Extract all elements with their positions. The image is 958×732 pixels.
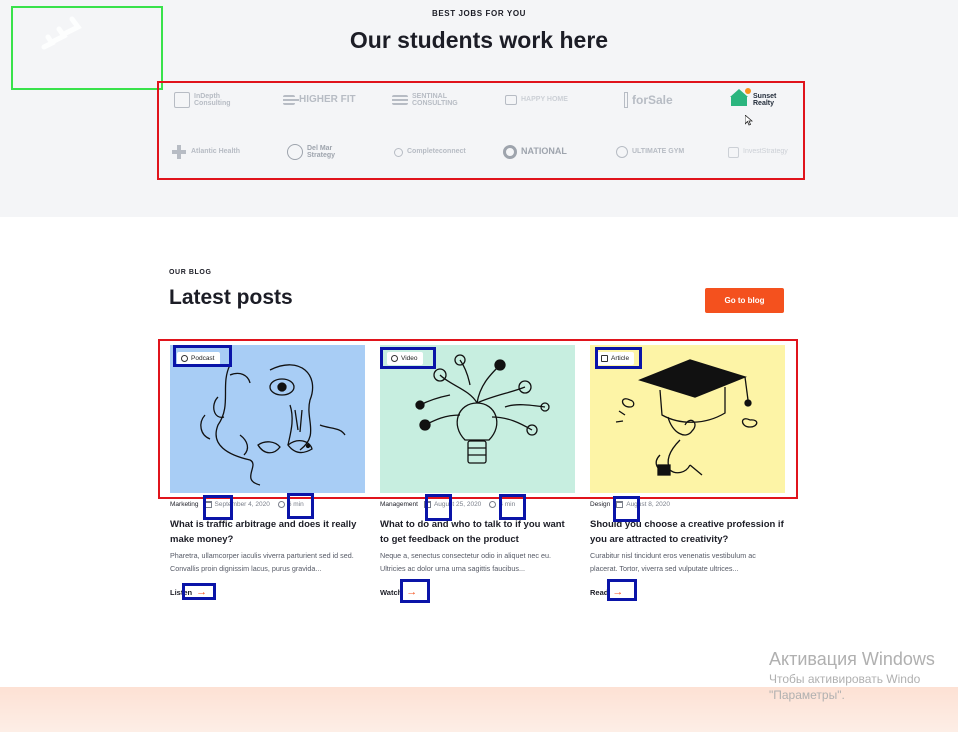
logo-forsale[interactable]: forSale (624, 89, 673, 111)
post-category[interactable]: Management (380, 501, 418, 508)
annotation-box (613, 496, 640, 522)
logo-happy-home[interactable]: HAPPY HOME (505, 89, 568, 111)
cross-icon (171, 144, 187, 160)
post-title[interactable]: What to do and who to talk to if you wan… (380, 517, 575, 547)
post-category[interactable]: Marketing (170, 501, 199, 508)
annotation-box (203, 495, 233, 520)
watermark-line: Чтобы активировать Windo (769, 672, 921, 686)
page: BEST JOBS FOR YOU Our students work here… (0, 0, 958, 732)
sign-icon (624, 92, 628, 108)
section-title: Our students work here (349, 27, 609, 53)
post-action-label: Read (590, 587, 609, 597)
clock-icon (277, 500, 285, 508)
illustration-faces-image (200, 364, 346, 486)
annotation-box (499, 494, 526, 520)
post-excerpt: Neque a, senectus consectetur odio in al… (380, 551, 552, 573)
post-title[interactable]: What is traffic arbitrage and does it re… (170, 517, 365, 547)
logo-higher-fit[interactable]: HIGHER FIT (283, 89, 356, 111)
post-meta: Marketing September 4, 2020 6 min (170, 498, 365, 510)
watermark-title: Активация Windows (769, 649, 935, 669)
logos-highlight-box (157, 81, 805, 180)
blog-title: Latest posts (169, 286, 293, 309)
annotation-box (595, 347, 642, 369)
square-frame-icon (728, 146, 739, 158)
section-eyebrow: BEST JOBS FOR YOU (431, 9, 527, 18)
logo-sunset-realty[interactable]: Sunset Realty (730, 88, 783, 111)
mouse-cursor-icon (745, 115, 753, 126)
circle-icon (394, 147, 403, 157)
house-icon (505, 95, 517, 105)
annotation-box (380, 347, 436, 369)
logo-indepth-consulting[interactable]: InDepth Consulting (174, 89, 250, 111)
logo-investstrategy[interactable]: InvestStrategy (728, 141, 788, 163)
windows-activation-watermark: Активация Windows Чтобы активировать Win… (769, 649, 935, 702)
annotation-box (287, 493, 314, 519)
post-meta: Management August 25, 2020 4 min (380, 498, 575, 510)
circle-icon (616, 146, 628, 158)
logo-sentinal-consulting[interactable]: SENTINAL CONSULTING (392, 89, 470, 111)
annotation-box (182, 583, 216, 600)
post-card[interactable]: Podcast Marketing September 4, 2020 6 mi… (170, 345, 365, 598)
blog-eyebrow: OUR BLOG (169, 269, 212, 276)
swirl-icon (287, 144, 303, 160)
go-to-blog-button[interactable]: Go to blog (705, 288, 784, 313)
post-action-label: Watch (380, 587, 403, 597)
annotation-box (400, 579, 430, 603)
clock-icon (489, 500, 497, 508)
logo-ultimate-gym[interactable]: ULTIMATE GYM (616, 141, 684, 163)
post-image[interactable]: Podcast (170, 345, 365, 493)
lines-icon (392, 95, 408, 105)
logo-completeconnect[interactable]: Completeconnect (394, 141, 466, 163)
partners-section: BEST JOBS FOR YOU Our students work here… (0, 0, 958, 217)
logo-del-mar-strategy[interactable]: Del Mar Strategy (287, 141, 341, 163)
lines-icon (283, 95, 299, 105)
post-excerpt: Curabitur nisl tincidunt eros venenatis … (590, 551, 756, 573)
post-excerpt: Pharetra, ullamcorper iaculis viverra pa… (170, 551, 354, 573)
logo-atlantic-health[interactable]: Atlantic Health (171, 141, 240, 163)
badge-icon (503, 145, 517, 159)
annotation-box (607, 579, 637, 601)
post-category[interactable]: Design (590, 501, 610, 508)
logo-national[interactable]: NATIONAL (503, 141, 567, 163)
house-sun-icon (730, 88, 751, 108)
watermark-line: "Параметры". (769, 688, 845, 702)
square-frame-icon (174, 92, 190, 108)
annotation-box (425, 494, 452, 521)
annotation-box (173, 345, 232, 367)
